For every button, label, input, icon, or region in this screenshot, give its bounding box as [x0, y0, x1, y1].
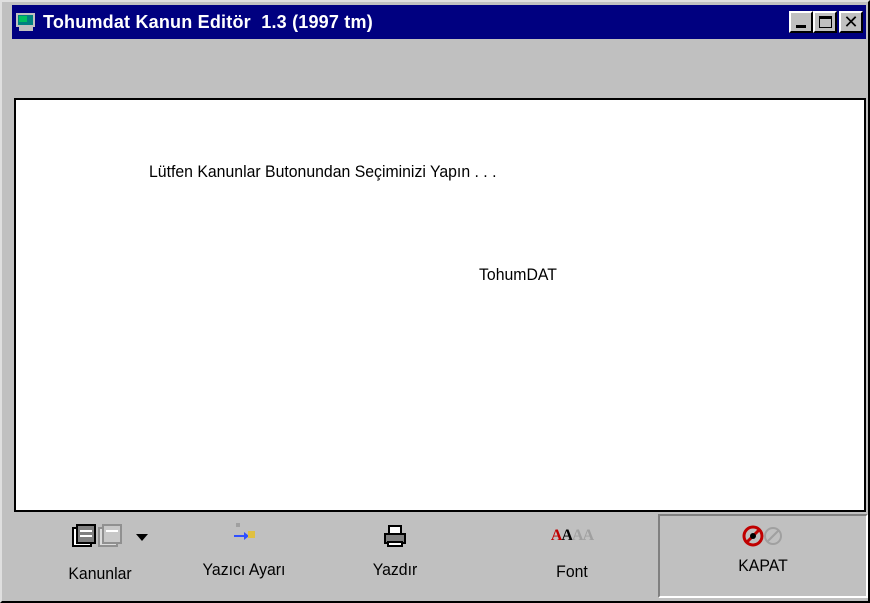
maximize-button[interactable]	[813, 11, 837, 33]
kapat-label: KAPAT	[738, 556, 788, 575]
window-title: Tohumdat Kanun Editör 1.3 (1997 tm)	[43, 11, 373, 32]
yazdir-label: Yazdır	[372, 560, 418, 579]
font-icon: AAAA	[550, 527, 594, 544]
maximize-icon	[818, 16, 832, 28]
yazici-ayari-button[interactable]: Yazıcı Ayarı	[184, 514, 304, 596]
app-icon[interactable]	[15, 11, 37, 33]
kapat-button[interactable]: KAPAT	[658, 514, 868, 598]
chevron-down-icon[interactable]	[136, 534, 148, 541]
kanunlar-label: Kanunlar	[68, 564, 132, 583]
brand-text: TohumDAT	[479, 265, 557, 284]
font-button[interactable]: AAAA Font	[527, 514, 617, 596]
minimize-icon	[796, 25, 806, 28]
yazdir-button[interactable]: Yazdır	[355, 514, 435, 596]
close-app-icon	[741, 524, 785, 552]
yazici-ayari-label: Yazıcı Ayarı	[202, 560, 286, 579]
minimize-button[interactable]	[789, 11, 813, 33]
window-controls: ✕	[789, 11, 863, 33]
close-button[interactable]: ✕	[839, 11, 863, 33]
font-label: Font	[556, 562, 588, 581]
app-window: Tohumdat Kanun Editör 1.3 (1997 tm) ✕ Lü…	[0, 0, 870, 603]
title-bar[interactable]: Tohumdat Kanun Editör 1.3 (1997 tm) ✕	[12, 5, 866, 39]
menu-strip	[12, 41, 866, 96]
instruction-text: Lütfen Kanunlar Butonundan Seçiminizi Ya…	[149, 162, 497, 181]
close-icon: ✕	[843, 12, 859, 32]
printer-settings-icon	[232, 522, 256, 546]
kanunlar-button[interactable]: Kanunlar	[30, 514, 170, 596]
books-icon	[71, 524, 129, 554]
main-content-area: Lütfen Kanunlar Butonundan Seçiminizi Ya…	[14, 98, 866, 512]
printer-icon	[383, 524, 407, 552]
bottom-toolbar: Kanunlar Yazıcı Ayarı Yazdır AAAA Font K…	[12, 514, 868, 600]
